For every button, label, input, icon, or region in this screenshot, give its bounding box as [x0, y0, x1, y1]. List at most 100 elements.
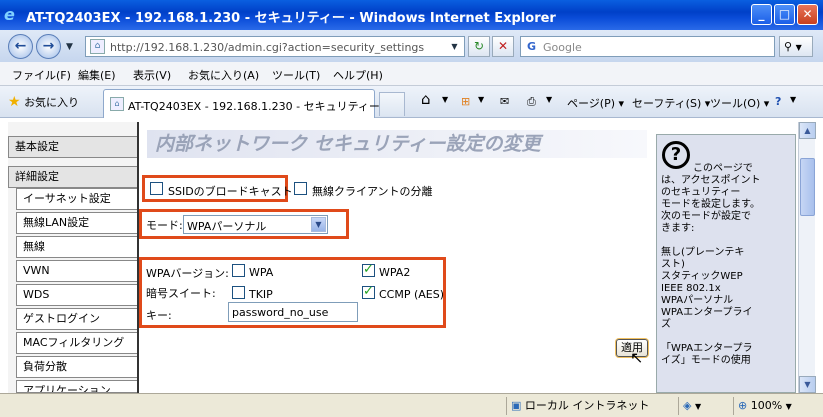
vertical-scrollbar[interactable]: ▲ ▼	[798, 122, 816, 393]
help-dropdown-icon[interactable]: ▼	[790, 95, 796, 104]
nav-wireless[interactable]: 無線	[16, 236, 138, 258]
home-icon[interactable]: ⌂	[421, 90, 431, 108]
protected-mode-dropdown-icon[interactable]: ▼	[695, 402, 701, 411]
close-button[interactable]: ✕	[797, 4, 818, 25]
mode-selected-value: WPAパーソナル	[187, 220, 267, 233]
security-zone: ▣ ローカル イントラネット	[506, 397, 678, 415]
mail-icon[interactable]: ✉	[500, 95, 509, 108]
zoom-level: 100%	[750, 399, 783, 412]
key-label: キー:	[146, 309, 172, 322]
address-dropdown-icon[interactable]: ▼	[448, 40, 461, 53]
help-text: このページで は、アクセスポイント のセキュリティー モードを設定します。 次の…	[661, 163, 793, 367]
wpa-version-label: WPAバージョン:	[146, 267, 229, 280]
help-text-body: このページで は、アクセスポイント のセキュリティー モードを設定します。 次の…	[661, 163, 761, 366]
nav-mac-filtering[interactable]: MACフィルタリング	[16, 332, 138, 354]
tools-menu-label: ツール(O)	[710, 97, 761, 110]
mode-select[interactable]: WPAパーソナル ▼	[183, 215, 328, 234]
broadcast-ssid-label: SSIDのブロードキャスト	[168, 185, 293, 198]
page-menu[interactable]: ページ(P) ▾	[567, 95, 624, 111]
zoom-dropdown-icon[interactable]: ▼	[786, 402, 792, 411]
menu-help[interactable]: ヘルプ(H)	[333, 67, 383, 83]
nav-wireless-lan-settings[interactable]: 無線LAN設定	[16, 212, 138, 234]
protected-mode-icon: ◈	[683, 399, 692, 412]
nav-vwn[interactable]: VWN	[16, 260, 138, 282]
nav-basic-settings[interactable]: 基本設定	[8, 136, 138, 158]
help-pane: ? このページで は、アクセスポイント のセキュリティー モードを設定します。 …	[656, 134, 796, 393]
history-dropdown-icon[interactable]: ▼	[66, 42, 73, 52]
search-dropdown-icon[interactable]: ▼	[796, 43, 802, 52]
nav-advanced-settings[interactable]: 詳細設定	[8, 166, 138, 188]
chevron-down-icon[interactable]: ▼	[311, 217, 326, 232]
wpa2-option-label: WPA2	[379, 266, 411, 279]
favorites-bar: ★ お気に入り ⌂ AT-TQ2403EX - 192.168.1.230 - …	[0, 86, 823, 118]
address-toolbar: ← → ▼ ⌂ http://192.168.1.230/admin.cgi?a…	[0, 30, 823, 62]
window-title: AT-TQ2403EX - 192.168.1.230 - セキュリティー - …	[26, 11, 556, 26]
menu-tools[interactable]: ツール(T)	[272, 67, 320, 83]
menu-favorites[interactable]: お気に入り(A)	[188, 67, 259, 83]
nav-wds[interactable]: WDS	[16, 284, 138, 306]
favorites-label: お気に入り	[24, 96, 80, 109]
tab-page-icon: ⌂	[110, 97, 124, 111]
cipher-suite-label: 暗号スイート:	[146, 287, 216, 300]
wpa-option-label: WPA	[249, 266, 274, 279]
broadcast-ssid-checkbox[interactable]	[150, 182, 163, 195]
forward-button[interactable]: →	[36, 34, 61, 59]
address-url[interactable]: http://192.168.1.230/admin.cgi?action=se…	[110, 41, 424, 54]
zoom-icon: ⊕	[738, 399, 748, 412]
refresh-button[interactable]: ↻	[468, 36, 490, 57]
menu-bar: ファイル(F) 編集(E) 表示(V) お気に入り(A) ツール(T) ヘルプ(…	[0, 62, 823, 86]
stop-button[interactable]: ✕	[492, 36, 514, 57]
security-zone-label: ローカル イントラネット	[524, 399, 650, 412]
favorites-button[interactable]: ★ お気に入り	[8, 94, 79, 110]
maximize-button[interactable]: □	[774, 4, 795, 25]
ccmp-checkbox[interactable]	[362, 284, 375, 299]
ccmp-label: CCMP (AES)	[379, 288, 445, 301]
search-icon: ⚲	[784, 40, 793, 53]
page-icon: ⌂	[90, 39, 105, 54]
nav-load-balancing[interactable]: 負荷分散	[16, 356, 138, 378]
browser-tab[interactable]: ⌂ AT-TQ2403EX - 192.168.1.230 - セキュリティー	[103, 89, 380, 118]
page-content: 基本設定 詳細設定 イーサネット設定 無線LAN設定 無線 VWN WDS ゲス…	[0, 118, 823, 393]
safety-menu[interactable]: セーフティ(S) ▾	[632, 95, 710, 111]
protected-mode[interactable]: ◈ ▼	[678, 397, 733, 415]
help-icon[interactable]: ?	[775, 95, 781, 108]
print-dropdown-icon[interactable]: ▼	[546, 95, 552, 104]
tkip-label: TKIP	[249, 288, 273, 301]
print-icon[interactable]: ⎙	[527, 95, 536, 109]
google-icon: G	[526, 40, 537, 53]
tab-title: AT-TQ2403EX - 192.168.1.230 - セキュリティー	[128, 100, 380, 113]
page-title: 内部ネットワーク セキュリティー設定の変更	[147, 130, 647, 158]
search-placeholder[interactable]: Google	[543, 41, 582, 54]
wpa2-checkbox[interactable]	[362, 262, 375, 277]
menu-edit[interactable]: 編集(E)	[78, 67, 116, 83]
nav-guest-login[interactable]: ゲストログイン	[16, 308, 138, 330]
zoom-control[interactable]: ⊕ 100% ▼	[733, 397, 823, 415]
page-menu-label: ページ(P)	[567, 97, 615, 110]
status-bar: ▣ ローカル イントラネット ◈ ▼ ⊕ 100% ▼	[0, 393, 823, 417]
menu-view[interactable]: 表示(V)	[133, 67, 171, 83]
feeds-icon[interactable]: ⊞	[461, 95, 470, 108]
scroll-down-icon[interactable]: ▼	[799, 376, 816, 393]
nav-ethernet-settings[interactable]: イーサネット設定	[16, 188, 138, 210]
back-button[interactable]: ←	[8, 34, 33, 59]
station-isolation-checkbox[interactable]	[294, 182, 307, 195]
search-button[interactable]: ⚲ ▼	[779, 36, 813, 57]
mouse-cursor-icon: ↖	[630, 348, 644, 367]
home-dropdown-icon[interactable]: ▼	[442, 95, 448, 104]
address-bar[interactable]: ⌂ http://192.168.1.230/admin.cgi?action=…	[85, 36, 465, 57]
menu-file[interactable]: ファイル(F)	[12, 67, 71, 83]
key-input[interactable]: password_no_use	[228, 302, 358, 322]
station-isolation-label: 無線クライアントの分離	[312, 185, 433, 198]
safety-menu-label: セーフティ(S)	[632, 97, 702, 110]
minimize-button[interactable]: _	[751, 4, 772, 25]
nav-application[interactable]: アプリケーション	[16, 380, 138, 393]
scroll-thumb[interactable]	[800, 158, 815, 216]
feeds-dropdown-icon[interactable]: ▼	[478, 95, 484, 104]
star-icon: ★	[8, 94, 21, 110]
tools-menu[interactable]: ツール(O) ▾	[710, 95, 769, 111]
new-tab-button[interactable]	[379, 92, 405, 116]
scroll-up-icon[interactable]: ▲	[799, 122, 816, 139]
search-box[interactable]: G Google	[520, 36, 775, 57]
wpa-checkbox[interactable]	[232, 264, 245, 277]
tkip-checkbox[interactable]	[232, 286, 245, 299]
